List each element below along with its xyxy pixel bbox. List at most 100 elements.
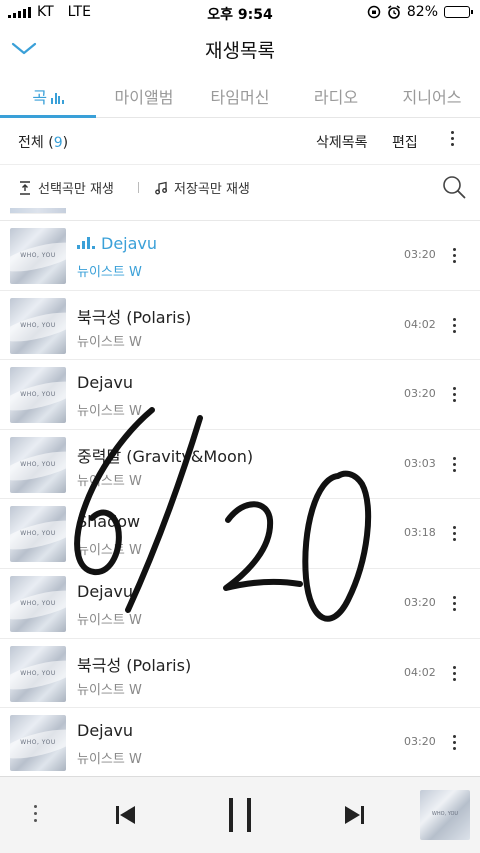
all-close: ) (62, 135, 69, 151)
song-more-icon[interactable] (448, 595, 460, 611)
album-art: WHO, YOU (10, 506, 66, 563)
album-art-text: WHO, YOU (20, 460, 56, 468)
song-title-text: 중력달 (Gravity&Moon) (77, 446, 254, 466)
song-artist: 뉴이스트 W (77, 752, 142, 768)
song-artist: 뉴이스트 W (77, 682, 142, 698)
play-selected-label: 선택곡만 재생 (38, 182, 114, 197)
song-more-icon[interactable] (448, 735, 460, 751)
tab-bar: 곡 마이앨범 타임머신 라디오 지니어스 (0, 72, 480, 118)
album-art: WHO, YOU (10, 575, 66, 632)
tab-4[interactable]: 지니어스 (384, 72, 480, 117)
list-item[interactable]: WHO, YOU Dejavu 뉴이스트 W 03:20 (0, 569, 480, 639)
song-list[interactable]: WHO, YOU Dejavu 뉴이스트 W 03:20 WHO, YOU 북극성 (Po… (0, 208, 480, 776)
song-artist: 뉴이스트 W (77, 543, 142, 559)
select-play-icon (20, 180, 30, 195)
tab-label: 마이앨범 (114, 88, 174, 107)
skip-previous-icon[interactable] (114, 804, 138, 826)
list-item[interactable]: WHO, YOU Dejavu 뉴이스트 W 03:20 (0, 221, 480, 291)
song-count: 9 (53, 135, 63, 151)
album-art-text: WHO, YOU (20, 391, 56, 399)
song-more-icon[interactable] (448, 456, 460, 472)
all-label: 전체 ( (18, 135, 54, 151)
song-duration: 03:20 (404, 595, 436, 609)
song-title: Dejavu (77, 234, 157, 253)
tab-0[interactable]: 곡 (0, 72, 96, 118)
now-playing-album-art[interactable]: WHO, YOU (420, 790, 470, 840)
song-title-text: 북극성 (Polaris) (77, 655, 192, 675)
more-options-icon[interactable] (446, 131, 458, 146)
song-duration: 03:20 (404, 387, 436, 401)
page-title: 재생목록 (205, 40, 275, 62)
tab-3[interactable]: 라디오 (288, 72, 384, 117)
alarm-icon (387, 5, 400, 19)
song-title: 중력달 (Gravity&Moon) (77, 443, 253, 467)
song-title: Dejavu (77, 582, 133, 601)
action-row: 선택곡만 재생 저장곡만 재생 (0, 164, 480, 208)
more-vertical-icon[interactable] (30, 805, 40, 826)
equalizer-icon (51, 93, 64, 104)
song-artist: 뉴이스트 W (77, 404, 142, 420)
song-title-text: Dejavu (101, 234, 158, 253)
tab-label: 지니어스 (402, 88, 462, 107)
battery-icon (444, 6, 473, 18)
play-saved-label: 저장곡만 재생 (174, 182, 250, 197)
song-title-text: Dejavu (77, 581, 134, 601)
song-rows: WHO, YOU Dejavu 뉴이스트 W 03:20 WHO, YOU 북극성 (Po… (0, 221, 480, 776)
skip-next-icon[interactable] (342, 804, 366, 826)
song-more-icon[interactable] (448, 526, 460, 542)
list-item[interactable]: WHO, YOU Shadow 뉴이스트 W 03:18 (0, 499, 480, 569)
song-title: 북극성 (Polaris) (77, 304, 191, 328)
song-more-icon[interactable] (448, 248, 460, 263)
song-title: Dejavu (77, 721, 133, 740)
pause-icon[interactable] (226, 797, 254, 833)
album-art-text: WHO, YOU (431, 811, 459, 817)
status-bar: KT LTE 오후 9:54 82% (0, 0, 480, 26)
song-duration: 04:02 (404, 665, 436, 679)
album-art-text: WHO, YOU (20, 530, 56, 538)
play-saved-button[interactable]: 저장곡만 재생 (154, 178, 250, 197)
song-artist: 뉴이스트 W (77, 473, 142, 489)
song-more-icon[interactable] (448, 665, 460, 681)
album-art-text: WHO, YOU (20, 669, 56, 677)
tab-label: 라디오 (313, 88, 359, 107)
album-art: WHO, YOU (10, 367, 66, 424)
song-title-text: Shadow (77, 512, 141, 532)
song-duration: 03:20 (404, 248, 436, 261)
song-more-icon[interactable] (448, 317, 460, 333)
album-art-text: WHO, YOU (20, 252, 56, 259)
album-art-text: WHO, YOU (20, 599, 56, 607)
song-title: Shadow (77, 512, 140, 531)
song-title-text: Dejavu (77, 721, 134, 741)
album-art: WHO, YOU (10, 645, 66, 702)
play-selected-button[interactable]: 선택곡만 재생 (18, 178, 114, 197)
tab-2[interactable]: 타임머신 (192, 72, 288, 117)
album-art: WHO, YOU (10, 297, 66, 354)
now-playing-icon (77, 237, 95, 249)
search-icon[interactable] (442, 175, 466, 199)
song-title-text: Dejavu (77, 373, 134, 393)
music-note-icon (155, 181, 168, 194)
song-duration: 03:18 (404, 526, 436, 540)
delete-list-button[interactable]: 삭제목록 (316, 132, 368, 152)
album-art-text: WHO, YOU (20, 739, 56, 747)
album-art: WHO, YOU (10, 228, 66, 284)
tab-1[interactable]: 마이앨범 (96, 72, 192, 117)
song-title-text: 북극성 (Polaris) (77, 307, 192, 327)
list-item[interactable]: WHO, YOU Dejavu 뉴이스트 W 03:20 (0, 360, 480, 430)
list-item[interactable]: WHO, YOU 북극성 (Polaris) 뉴이스트 W 04:02 (0, 639, 480, 709)
partial-album-art (10, 208, 66, 214)
status-right: 82% (367, 4, 473, 20)
song-duration: 04:02 (404, 317, 436, 331)
edit-button[interactable]: 편집 (392, 132, 418, 152)
song-more-icon[interactable] (448, 387, 460, 403)
album-art-text: WHO, YOU (20, 321, 56, 329)
list-item[interactable]: WHO, YOU 북극성 (Polaris) 뉴이스트 W 04:02 (0, 291, 480, 361)
tab-label: 곡 (32, 88, 48, 107)
list-item[interactable]: WHO, YOU Dejavu 뉴이스트 W 03:20 (0, 708, 480, 776)
battery-percent: 82% (406, 4, 438, 20)
list-toolbar: 전체 (9) 삭제목록 편집 (0, 118, 480, 164)
rotation-lock-icon (367, 5, 381, 19)
song-title: Dejavu (77, 373, 133, 392)
tab-label: 타임머신 (210, 88, 270, 107)
list-item[interactable]: WHO, YOU 중력달 (Gravity&Moon) 뉴이스트 W 03:03 (0, 430, 480, 500)
